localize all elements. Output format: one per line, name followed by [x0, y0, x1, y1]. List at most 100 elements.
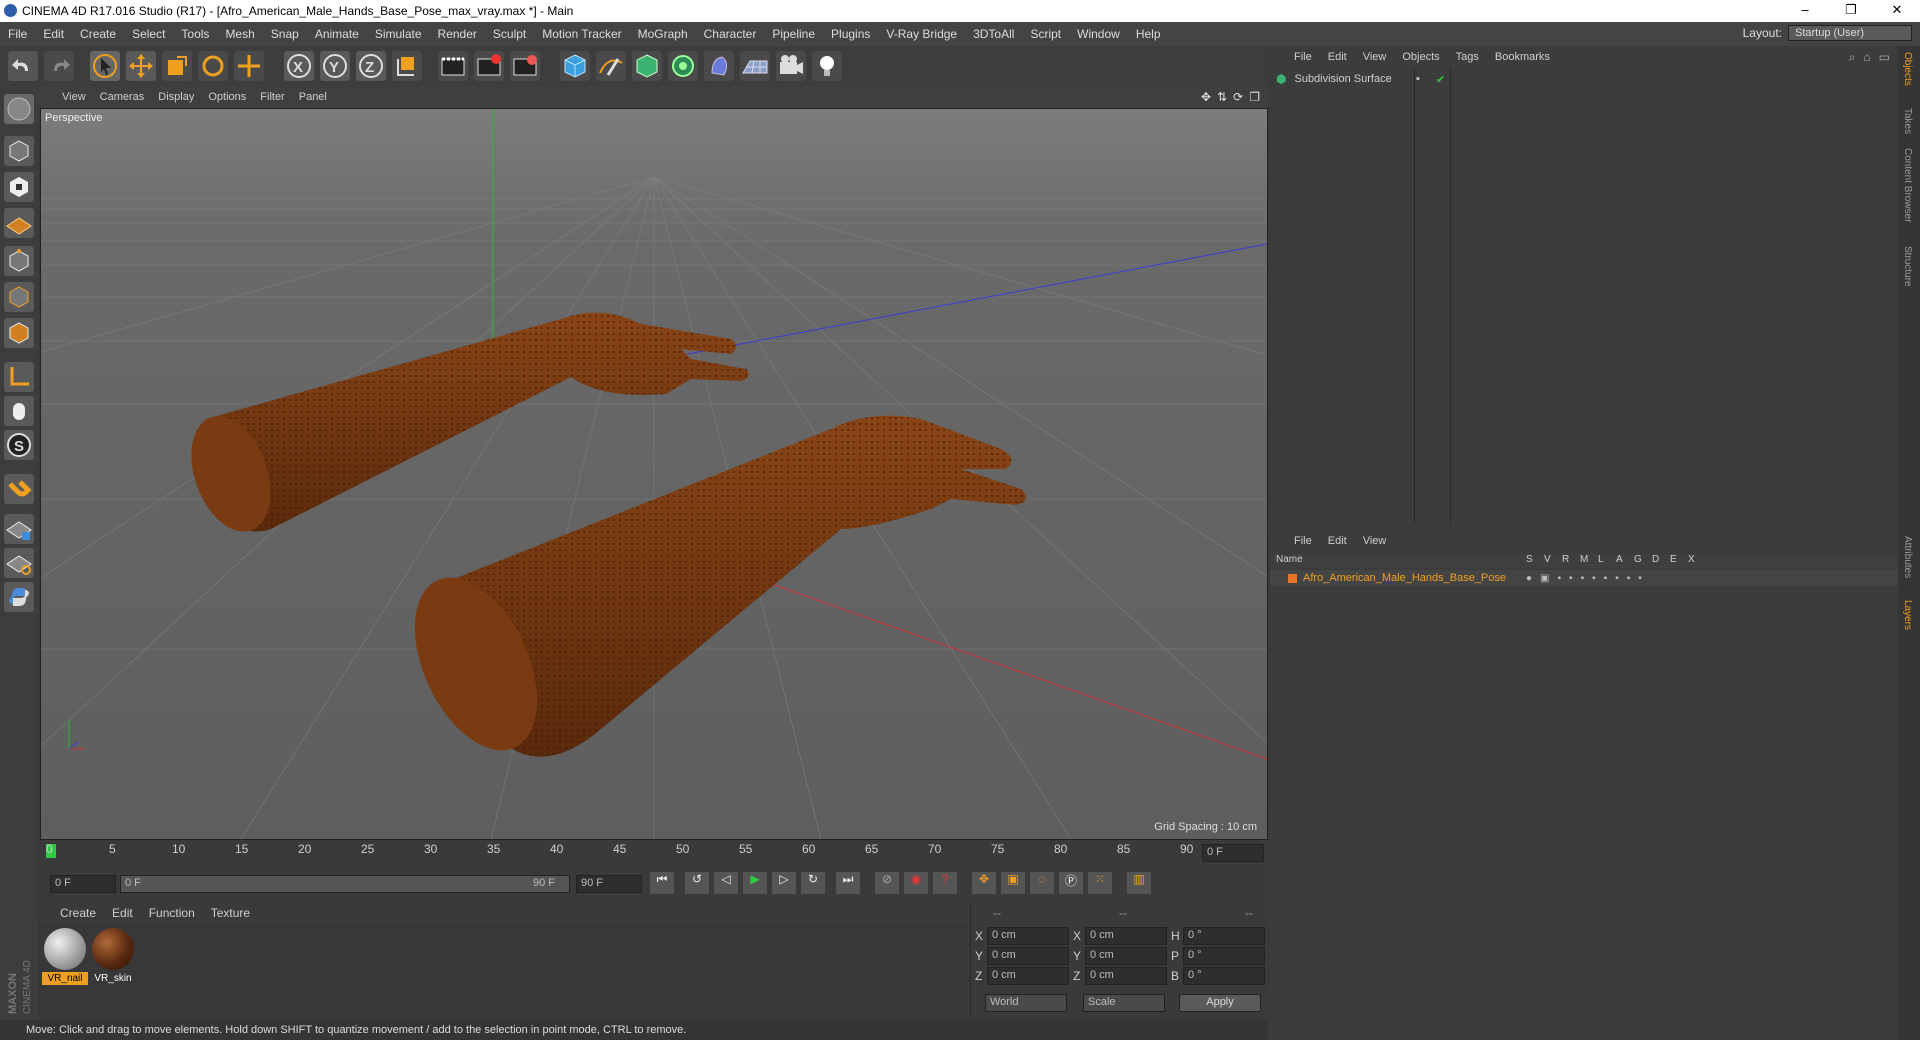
menu-script[interactable]: Script	[1022, 27, 1069, 41]
render-settings-icon[interactable]	[510, 51, 540, 81]
layout-dropdown[interactable]: Startup (User)	[1788, 25, 1912, 41]
position-y-field[interactable]: 0 cm	[987, 947, 1069, 965]
light-object-icon[interactable]	[812, 51, 842, 81]
maximize-view-icon[interactable]: ❐	[1249, 90, 1260, 104]
rotate-view-icon[interactable]: ⟳	[1233, 90, 1243, 104]
tab-attributes[interactable]: Attributes	[1902, 536, 1913, 578]
menu-character[interactable]: Character	[696, 27, 765, 41]
size-z-field[interactable]: 0 cm	[1085, 967, 1167, 985]
object-menu-edit[interactable]: Edit	[1320, 51, 1355, 63]
key-pla-icon[interactable]: ⁙	[1088, 872, 1112, 894]
column-solo[interactable]: S	[1526, 554, 1533, 565]
key-scale-icon[interactable]: ▣	[1001, 872, 1025, 894]
points-mode-icon[interactable]	[4, 246, 34, 276]
current-frame-field[interactable]: 0 F	[1202, 844, 1264, 862]
menu-window[interactable]: Window	[1069, 27, 1128, 41]
menu-snap[interactable]: Snap	[263, 27, 307, 41]
workplane-grid-icon[interactable]	[4, 548, 34, 578]
viewport-menu-view[interactable]: View	[38, 91, 93, 103]
tab-content-browser[interactable]: Content Browser	[1902, 148, 1913, 222]
tab-takes[interactable]: Takes	[1902, 108, 1913, 134]
pan-view-icon[interactable]: ✥	[1201, 90, 1211, 104]
timeline-window-icon[interactable]: ▥	[1127, 872, 1151, 894]
layer-color-swatch[interactable]	[1288, 573, 1297, 583]
visibility-toggle-icon[interactable]: ▪	[1416, 73, 1420, 85]
go-to-end-icon[interactable]: ⏭	[836, 872, 860, 894]
object-menu-file[interactable]: File	[1270, 51, 1320, 63]
menu-sculpt[interactable]: Sculpt	[485, 27, 534, 41]
go-to-start-icon[interactable]: ⏮	[650, 872, 674, 894]
camera-object-icon[interactable]	[776, 51, 806, 81]
floor-scene-icon[interactable]	[740, 51, 770, 81]
coordinate-mode-dropdown[interactable]: Scale	[1083, 994, 1165, 1012]
material-menu-function[interactable]: Function	[141, 906, 203, 920]
menu-mograph[interactable]: MoGraph	[630, 27, 696, 41]
layer-menu-view[interactable]: View	[1355, 535, 1395, 547]
end-frame-field[interactable]: 90 F	[576, 875, 642, 893]
edges-mode-icon[interactable]	[4, 282, 34, 312]
tab-layers[interactable]: Layers	[1902, 600, 1913, 630]
range-slider[interactable]: 0 F 90 F	[120, 875, 570, 893]
material-menu-create[interactable]: Create	[38, 906, 104, 920]
next-key-icon[interactable]: ↻	[801, 872, 825, 894]
x-axis-lock-icon[interactable]: X	[284, 51, 314, 81]
undo-icon[interactable]	[8, 51, 38, 81]
start-frame-field[interactable]: 0 F	[50, 875, 116, 893]
menu-tools[interactable]: Tools	[173, 27, 217, 41]
coordinate-space-dropdown[interactable]: World	[985, 994, 1067, 1012]
viewport-menu-panel[interactable]: Panel	[292, 91, 334, 103]
key-position-icon[interactable]: ✥	[972, 872, 996, 894]
apply-button[interactable]: Apply	[1179, 994, 1261, 1012]
position-x-field[interactable]: 0 cm	[987, 927, 1069, 945]
rotation-b-field[interactable]: 0 °	[1183, 967, 1265, 985]
transform-tool-icon[interactable]	[234, 51, 264, 81]
subdivision-surface-icon[interactable]	[632, 51, 662, 81]
menu-plugins[interactable]: Plugins	[823, 27, 878, 41]
position-z-field[interactable]: 0 cm	[987, 967, 1069, 985]
python-icon[interactable]	[4, 582, 34, 612]
minimize-button[interactable]: –	[1782, 0, 1828, 22]
enabled-checkmark-icon[interactable]: ✔	[1436, 73, 1445, 86]
polygons-mode-icon[interactable]	[4, 318, 34, 348]
viewport-menu-filter[interactable]: Filter	[253, 91, 291, 103]
redo-icon[interactable]	[44, 51, 74, 81]
column-name[interactable]: Name	[1276, 554, 1303, 565]
search-icon[interactable]: ⌕	[1849, 50, 1856, 65]
rotate-tool-icon[interactable]	[198, 51, 228, 81]
dolly-view-icon[interactable]: ⇅	[1217, 90, 1227, 104]
menu-select[interactable]: Select	[124, 27, 173, 41]
camera-label[interactable]: Perspective	[45, 112, 102, 124]
layer-row[interactable]: Afro_American_Male_Hands_Base_Pose ●▣▪▪▪…	[1270, 570, 1898, 586]
3d-viewport[interactable]: Perspective Grid Spacing : 10 cm	[40, 108, 1268, 840]
previous-key-icon[interactable]: ↺	[685, 872, 709, 894]
key-parameter-icon[interactable]: Ⓟ	[1059, 872, 1083, 894]
mograph-cloner-icon[interactable]	[668, 51, 698, 81]
previous-frame-icon[interactable]: ◁	[714, 872, 738, 894]
menu-create[interactable]: Create	[72, 27, 124, 41]
make-editable-icon[interactable]	[4, 94, 34, 124]
menu-pipeline[interactable]: Pipeline	[764, 27, 823, 41]
object-row[interactable]: ⬢ Subdivision Surface ▪ ✔	[1270, 70, 1898, 88]
object-menu-tags[interactable]: Tags	[1448, 51, 1487, 63]
solo-mode-icon[interactable]: S	[4, 430, 34, 460]
size-x-field[interactable]: 0 cm	[1085, 927, 1167, 945]
render-to-picture-viewer-icon[interactable]	[474, 51, 504, 81]
layer-menu-edit[interactable]: Edit	[1320, 535, 1355, 547]
play-icon[interactable]: ▶	[743, 872, 767, 894]
z-axis-lock-icon[interactable]: Z	[356, 51, 386, 81]
viewport-menu-cameras[interactable]: Cameras	[93, 91, 152, 103]
render-view-icon[interactable]	[438, 51, 468, 81]
menu-motion-tracker[interactable]: Motion Tracker	[534, 27, 629, 41]
snap-magnet-icon[interactable]	[4, 474, 34, 504]
deformer-icon[interactable]	[704, 51, 734, 81]
column-animation[interactable]: A	[1616, 554, 1623, 565]
y-axis-lock-icon[interactable]: Y	[320, 51, 350, 81]
menu-animate[interactable]: Animate	[307, 27, 367, 41]
column-expressions[interactable]: E	[1670, 554, 1677, 565]
size-y-field[interactable]: 0 cm	[1085, 947, 1167, 965]
object-menu-view[interactable]: View	[1355, 51, 1395, 63]
workplane-lock-icon[interactable]	[4, 514, 34, 544]
restore-button[interactable]: ❐	[1828, 0, 1874, 22]
menu-mesh[interactable]: Mesh	[217, 27, 262, 41]
column-deformers[interactable]: D	[1652, 554, 1659, 565]
